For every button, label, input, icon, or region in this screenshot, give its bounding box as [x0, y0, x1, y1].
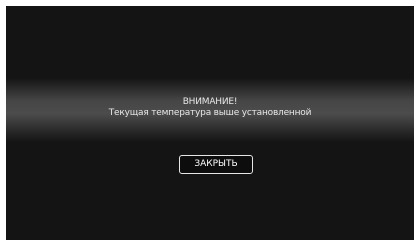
- alert-title: ВНИМАНИЕ!: [182, 97, 238, 107]
- alert-text: Текущая температура выше установленной: [108, 108, 312, 118]
- alert-message: ВНИМАНИЕ! Текущая температура выше устан…: [6, 97, 414, 119]
- display-screen: ВНИМАНИЕ! Текущая температура выше устан…: [6, 6, 414, 240]
- close-button[interactable]: ЗАКРЫТЬ: [179, 155, 253, 174]
